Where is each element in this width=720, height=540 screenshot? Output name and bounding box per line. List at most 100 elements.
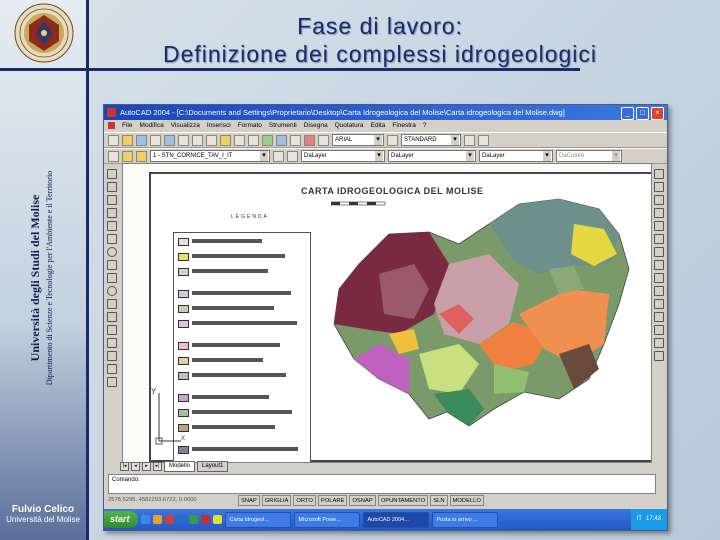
menu-item-finestra[interactable]: Finestra — [392, 120, 415, 132]
minimize-button[interactable]: _ — [621, 107, 634, 120]
extend-icon[interactable] — [654, 299, 664, 309]
status-toggle-osnap[interactable]: OSNAP — [349, 495, 376, 506]
window-titlebar[interactable]: AutoCAD 2004 - [C:\Documents and Setting… — [104, 105, 667, 120]
language-indicator[interactable]: IT — [637, 509, 642, 530]
pan-icon[interactable] — [262, 134, 273, 146]
make-block-icon[interactable] — [107, 325, 117, 335]
menu-item-modifica[interactable]: Modifica — [139, 120, 163, 132]
task-powerpoint[interactable]: Microsoft Powe... — [293, 511, 360, 528]
outlook-icon[interactable] — [152, 515, 162, 524]
zoom-icon[interactable] — [276, 134, 287, 146]
linetype-select[interactable]: DaLayer — [388, 150, 476, 162]
status-toggle-polare[interactable]: POLARE — [317, 495, 348, 506]
text-style-select[interactable]: ARIAL — [332, 134, 384, 146]
copy-object-icon[interactable] — [654, 182, 664, 192]
erase-icon[interactable] — [654, 169, 664, 179]
region-icon[interactable] — [107, 364, 117, 374]
folder-icon[interactable] — [212, 515, 222, 524]
help-icon[interactable] — [318, 134, 329, 146]
design-center-icon[interactable] — [304, 134, 315, 146]
next-tab-icon[interactable]: ▸ — [142, 462, 151, 471]
hatch-icon[interactable] — [107, 351, 117, 361]
layer-manager-icon[interactable] — [108, 150, 119, 162]
move-icon[interactable] — [654, 234, 664, 244]
polyline-icon[interactable] — [107, 195, 117, 205]
table-icon[interactable] — [478, 134, 489, 146]
powerpoint-icon[interactable] — [164, 515, 174, 524]
menu-item-visualizza[interactable]: Visualizza — [171, 120, 200, 132]
first-tab-icon[interactable]: |◂ — [120, 462, 129, 471]
properties-icon[interactable] — [290, 134, 301, 146]
layer-freeze-icon[interactable] — [136, 150, 147, 162]
save-icon[interactable] — [136, 134, 147, 146]
dim-style-select[interactable]: STANDARD — [401, 134, 461, 146]
menu-item-file[interactable]: File — [122, 120, 132, 132]
trim-icon[interactable] — [654, 286, 664, 296]
offset-icon[interactable] — [654, 208, 664, 218]
circle-icon[interactable] — [107, 247, 117, 257]
rectangle-icon[interactable] — [107, 221, 117, 231]
task-carta-idrogeologica[interactable]: Carta Idrogeol... — [224, 511, 291, 528]
new-icon[interactable] — [108, 134, 119, 146]
start-button[interactable]: start — [104, 511, 138, 528]
polygon-icon[interactable] — [107, 208, 117, 218]
status-toggle-orto[interactable]: ORTO — [293, 495, 316, 506]
break-icon[interactable] — [654, 312, 664, 322]
ie-icon[interactable] — [140, 515, 150, 524]
menu-item-edita[interactable]: Edita — [371, 120, 386, 132]
ellipse-arc-icon[interactable] — [107, 299, 117, 309]
mtext-icon[interactable] — [107, 377, 117, 387]
task-autocad[interactable]: AutoCAD 2004... — [362, 511, 429, 528]
insert-block-icon[interactable] — [107, 312, 117, 322]
line-icon[interactable] — [107, 169, 117, 179]
redo-icon[interactable] — [248, 134, 259, 146]
paste-icon[interactable] — [206, 134, 217, 146]
status-toggle-griglia[interactable]: GRIGLIA — [261, 495, 292, 506]
print-icon[interactable] — [150, 134, 161, 146]
preview-icon[interactable] — [164, 134, 175, 146]
mirror-icon[interactable] — [654, 195, 664, 205]
stretch-icon[interactable] — [654, 273, 664, 283]
construction-line-icon[interactable] — [107, 182, 117, 192]
scale-icon[interactable] — [654, 260, 664, 270]
layer-previous-icon[interactable] — [287, 150, 298, 162]
copy-icon[interactable] — [192, 134, 203, 146]
dimstyle-icon[interactable] — [387, 134, 398, 146]
lineweight-select[interactable]: DaLayer — [479, 150, 553, 162]
tab-layout1[interactable]: Layout1 — [197, 461, 229, 472]
menu-item-disegna[interactable]: Disegna — [304, 120, 328, 132]
acrobat-icon[interactable] — [200, 515, 210, 524]
point-icon[interactable] — [107, 338, 117, 348]
explode-icon[interactable] — [654, 351, 664, 361]
array-icon[interactable] — [654, 221, 664, 231]
menu-item-strumenti[interactable]: Strumenti — [269, 120, 297, 132]
drawing-viewport[interactable]: CARTA IDROGEOLOGICA DEL MOLISE LEGENDA Y… — [122, 163, 652, 463]
status-toggle-modello[interactable]: MODELLO — [449, 495, 484, 506]
document-menu-icon[interactable] — [108, 122, 115, 129]
plotstyle-select[interactable]: DaColore — [556, 150, 622, 162]
arc-icon[interactable] — [107, 234, 117, 244]
close-button[interactable]: × — [651, 107, 664, 120]
menu-item-[interactable]: ? — [423, 120, 427, 132]
fillet-icon[interactable] — [654, 338, 664, 348]
layer-select[interactable]: 1 - STN_CORNICE_TAV_I_IT — [150, 150, 270, 162]
menu-item-inserisci[interactable]: Inserisci — [207, 120, 231, 132]
menu-item-formato[interactable]: Formato — [238, 120, 262, 132]
make-current-icon[interactable] — [273, 150, 284, 162]
layer-on-icon[interactable] — [122, 150, 133, 162]
last-tab-icon[interactable]: ▸| — [153, 462, 162, 471]
match-icon[interactable] — [220, 134, 231, 146]
task-posta[interactable]: Posta in arrivo ... — [431, 511, 498, 528]
undo-icon[interactable] — [234, 134, 245, 146]
revcloud-icon[interactable] — [107, 260, 117, 270]
chamfer-icon[interactable] — [654, 325, 664, 335]
status-toggle-snap[interactable]: SNAP — [238, 495, 260, 506]
status-toggle-sln[interactable]: SLN — [430, 495, 448, 506]
command-line[interactable]: Comando: — [108, 474, 656, 494]
prev-tab-icon[interactable]: ◂ — [131, 462, 140, 471]
maximize-button[interactable]: □ — [636, 107, 649, 120]
excel-icon[interactable] — [188, 515, 198, 524]
word-icon[interactable] — [176, 515, 186, 524]
spline-icon[interactable] — [107, 273, 117, 283]
plot-icon[interactable] — [464, 134, 475, 146]
